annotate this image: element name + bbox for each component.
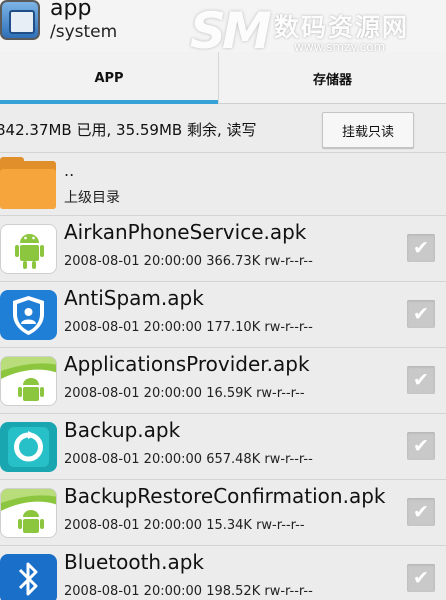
file-meta: 2008-08-01 20:00:00 15.34K rw-r--r-- (64, 518, 305, 533)
file-row[interactable]: Backup.apk 2008-08-01 20:00:00 657.48K r… (0, 414, 446, 480)
file-meta: 2008-08-01 20:00:00 198.52K rw-r--r-- (64, 584, 313, 599)
shield-icon (0, 290, 57, 340)
checkbox[interactable]: ✔ (407, 564, 435, 592)
file-name: ApplicationsProvider.apk (64, 352, 310, 376)
tab-storage[interactable]: 存储器 (218, 52, 446, 104)
checkbox[interactable]: ✔ (407, 432, 435, 460)
file-row[interactable]: AntiSpam.apk 2008-08-01 20:00:00 177.10K… (0, 282, 446, 348)
file-meta: 2008-08-01 20:00:00 16.59K rw-r--r-- (64, 386, 305, 401)
folder-app-icon[interactable] (0, 0, 40, 40)
file-meta: 2008-08-01 20:00:00 366.73K rw-r--r-- (64, 254, 313, 269)
parent-label: 上级目录 (64, 190, 120, 206)
tab-bar: APP 存储器 (0, 52, 446, 104)
file-row[interactable]: AirkanPhoneService.apk 2008-08-01 20:00:… (0, 216, 446, 282)
watermark-logo: SM (190, 2, 272, 60)
storage-usage-text: 842.37MB 已用, 35.59MB 剩余, 读写 (0, 121, 257, 139)
android-icon (0, 224, 57, 274)
checkbox[interactable]: ✔ (407, 234, 435, 262)
file-meta: 2008-08-01 20:00:00 177.10K rw-r--r-- (64, 320, 313, 335)
checkbox[interactable]: ✔ (407, 300, 435, 328)
parent-directory-row[interactable]: .. 上级目录 (0, 152, 446, 216)
file-row[interactable]: ApplicationsProvider.apk 2008-08-01 20:0… (0, 348, 446, 414)
android-provider-icon (0, 356, 57, 406)
title-bar: app /system SM 数码资源网 www.smzy.com (0, 0, 446, 58)
file-name: AirkanPhoneService.apk (64, 220, 307, 244)
file-name: BackupRestoreConfirmation.apk (64, 484, 386, 508)
android-provider-icon (0, 488, 57, 538)
file-name: Bluetooth.apk (64, 550, 204, 574)
file-meta: 2008-08-01 20:00:00 657.48K rw-r--r-- (64, 452, 313, 467)
file-name: Backup.apk (64, 418, 181, 442)
current-path: /system (50, 22, 118, 42)
file-row[interactable]: BackupRestoreConfirmation.apk 2008-08-01… (0, 480, 446, 546)
watermark-text: 数码资源网 (274, 13, 410, 42)
mount-read-only-button[interactable]: 挂载只读 (322, 112, 414, 148)
page-title: app (50, 0, 92, 21)
parent-dots: .. (64, 161, 75, 180)
file-row[interactable]: Bluetooth.apk 2008-08-01 20:00:00 198.52… (0, 546, 446, 600)
checkbox[interactable]: ✔ (407, 366, 435, 394)
backup-icon (0, 422, 57, 472)
file-name: AntiSpam.apk (64, 286, 204, 310)
watermark: SM 数码资源网 www.smzy.com (190, 4, 446, 58)
folder-icon (0, 157, 56, 211)
bluetooth-icon (0, 554, 57, 600)
tab-app[interactable]: APP (0, 52, 218, 104)
checkbox[interactable]: ✔ (407, 498, 435, 526)
